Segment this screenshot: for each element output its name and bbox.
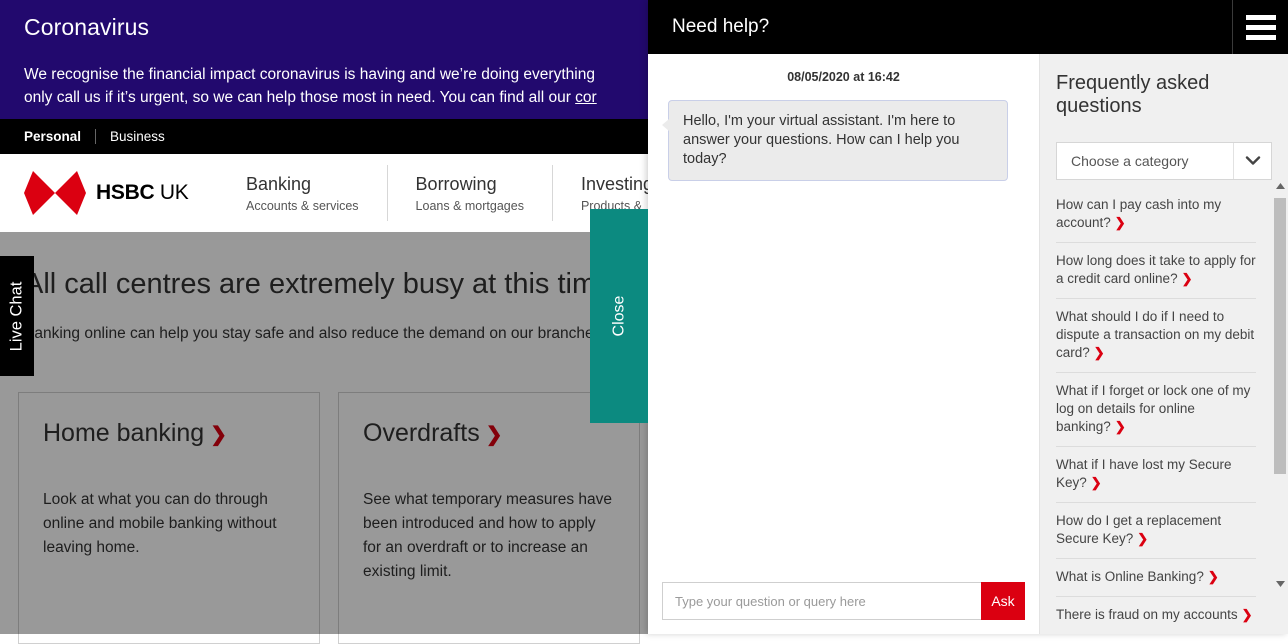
faq-question-list[interactable]: How can I pay cash into my account? ❯ How…	[1056, 192, 1272, 634]
coronavirus-banner-line2: only call us if it’s urgent, so we can h…	[24, 88, 576, 106]
card-overdrafts[interactable]: Overdrafts ❯ See what temporary measures …	[338, 392, 640, 644]
chevron-right-icon: ❯	[1137, 531, 1149, 546]
faq-category-select[interactable]: Choose a category	[1056, 142, 1272, 180]
hsbc-hexagon-icon	[24, 171, 86, 215]
hsbc-uk-wordmark: HSBC UK	[96, 181, 189, 205]
faq-item-label: How long does it take to apply for a cre…	[1056, 253, 1256, 286]
hamburger-bar	[1245, 24, 1276, 30]
conversation-column: 08/05/2020 at 16:42 Hello, I'm your virt…	[648, 54, 1040, 634]
faq-item[interactable]: How do I get a replacement Secure Key? ❯	[1056, 503, 1256, 559]
card-home-banking[interactable]: Home banking ❯ Look at what you can do th…	[18, 392, 320, 644]
chevron-right-icon: ❯	[485, 424, 503, 446]
nav-item-banking-title: Banking	[246, 173, 312, 194]
scroll-down-arrow-icon[interactable]	[1272, 576, 1288, 592]
card-home-banking-body: Look at what you can do through online a…	[43, 491, 277, 556]
hamburger-bar	[1245, 34, 1276, 40]
chat-header-title: Need help?	[672, 16, 770, 37]
segment-tab-personal[interactable]: Personal	[24, 129, 95, 144]
page-title: All call centres are extremely busy at t…	[24, 268, 613, 300]
nav-item-borrowing-subtitle: Loans & mortgages	[415, 199, 524, 214]
faq-item-label: What is Online Banking?	[1056, 569, 1204, 584]
faq-item[interactable]: How long does it take to apply for a cre…	[1056, 243, 1256, 299]
faq-panel: Frequently asked questions Choose a cate…	[1040, 54, 1288, 634]
faq-category-selected-value: Choose a category	[1071, 153, 1189, 169]
chevron-right-icon: ❯	[1207, 569, 1219, 584]
chevron-right-icon: ❯	[1090, 475, 1102, 490]
assistant-message-bubble: Hello, I'm your virtual assistant. I'm h…	[662, 100, 1008, 181]
segment-tab-business[interactable]: Business	[110, 129, 179, 144]
card-home-banking-title: Home banking ❯	[43, 419, 295, 448]
close-chat-tab-label: Close	[610, 295, 627, 337]
hamburger-bar	[1245, 14, 1276, 20]
nav-item-borrowing[interactable]: Borrowing Loans & mortgages	[386, 165, 552, 221]
card-home-banking-label: Home banking	[43, 419, 205, 447]
nav-item-borrowing-title: Borrowing	[415, 173, 497, 194]
faq-list-scrollbar[interactable]	[1272, 178, 1288, 592]
chevron-right-icon: ❯	[210, 424, 227, 446]
faq-item[interactable]: There is fraud on my accounts ❯	[1056, 597, 1256, 634]
card-list: Home banking ❯ Look at what you can do th…	[18, 392, 640, 644]
virtual-assistant-chat-panel: Need help? 08/05/2020 at 16:42 Hello, I'…	[648, 0, 1288, 634]
faq-item[interactable]: What if I have lost my Secure Key? ❯	[1056, 447, 1256, 503]
live-chat-tab[interactable]: Live Chat	[0, 256, 34, 376]
close-chat-tab[interactable]: Close	[590, 209, 648, 423]
scroll-up-arrow-icon[interactable]	[1272, 178, 1288, 194]
nav-item-banking[interactable]: Banking Accounts & services	[218, 165, 387, 221]
faq-item[interactable]: How can I pay cash into my account? ❯	[1056, 192, 1256, 243]
faq-item-label: What if I forget or lock one of my log o…	[1056, 383, 1251, 434]
scroll-up-glyph	[1275, 183, 1285, 189]
coronavirus-banner-line1: We recognise the financial impact corona…	[24, 65, 595, 83]
faq-item[interactable]: What if I forget or lock one of my log o…	[1056, 373, 1256, 447]
logo-text-uk: UK	[159, 181, 189, 204]
faq-heading: Frequently asked questions	[1056, 72, 1210, 117]
card-overdrafts-title: Overdrafts ❯	[363, 419, 615, 448]
message-list[interactable]: 08/05/2020 at 16:42 Hello, I'm your virt…	[648, 54, 1039, 568]
live-chat-tab-label: Live Chat	[7, 281, 26, 351]
faq-item-label: What should I do if I need to dispute a …	[1056, 309, 1255, 360]
chevron-right-icon: ❯	[1181, 271, 1193, 286]
chat-body: 08/05/2020 at 16:42 Hello, I'm your virt…	[648, 54, 1288, 634]
chevron-right-icon: ❯	[1114, 215, 1126, 230]
chevron-right-icon: ❯	[1241, 607, 1253, 622]
faq-item[interactable]: What is Online Banking? ❯	[1056, 559, 1256, 597]
scroll-down-glyph	[1275, 581, 1285, 587]
chat-composer: Ask	[648, 568, 1039, 634]
chat-header: Need help?	[648, 0, 1288, 54]
faq-item[interactable]: What should I do if I need to dispute a …	[1056, 299, 1256, 373]
chevron-right-icon: ❯	[1114, 419, 1126, 434]
nav-item-banking-subtitle: Accounts & services	[246, 199, 359, 214]
coronavirus-info-link[interactable]: cor	[575, 89, 597, 106]
segment-divider	[95, 129, 97, 144]
chat-message-input[interactable]	[662, 582, 981, 620]
chevron-down-icon	[1233, 143, 1271, 179]
chevron-down-glyph	[1245, 156, 1260, 165]
hamburger-menu-icon[interactable]	[1232, 0, 1288, 54]
faq-item-label: What if I have lost my Secure Key?	[1056, 457, 1232, 490]
card-overdrafts-body: See what temporary measures have been in…	[363, 491, 612, 580]
hsbc-uk-logo[interactable]: HSBC UK	[0, 171, 218, 215]
card-overdrafts-label: Overdrafts	[363, 419, 480, 447]
scrollbar-thumb[interactable]	[1274, 198, 1286, 474]
faq-item-label: There is fraud on my accounts	[1056, 607, 1238, 622]
logo-text-hsbc: HSBC	[96, 181, 155, 204]
message-timestamp: 08/05/2020 at 16:42	[787, 70, 900, 84]
message-row: Hello, I'm your virtual assistant. I'm h…	[662, 100, 1025, 181]
chevron-right-icon: ❯	[1093, 345, 1105, 360]
ask-button[interactable]: Ask	[981, 582, 1025, 620]
faq-item-label: How can I pay cash into my account?	[1056, 197, 1222, 230]
